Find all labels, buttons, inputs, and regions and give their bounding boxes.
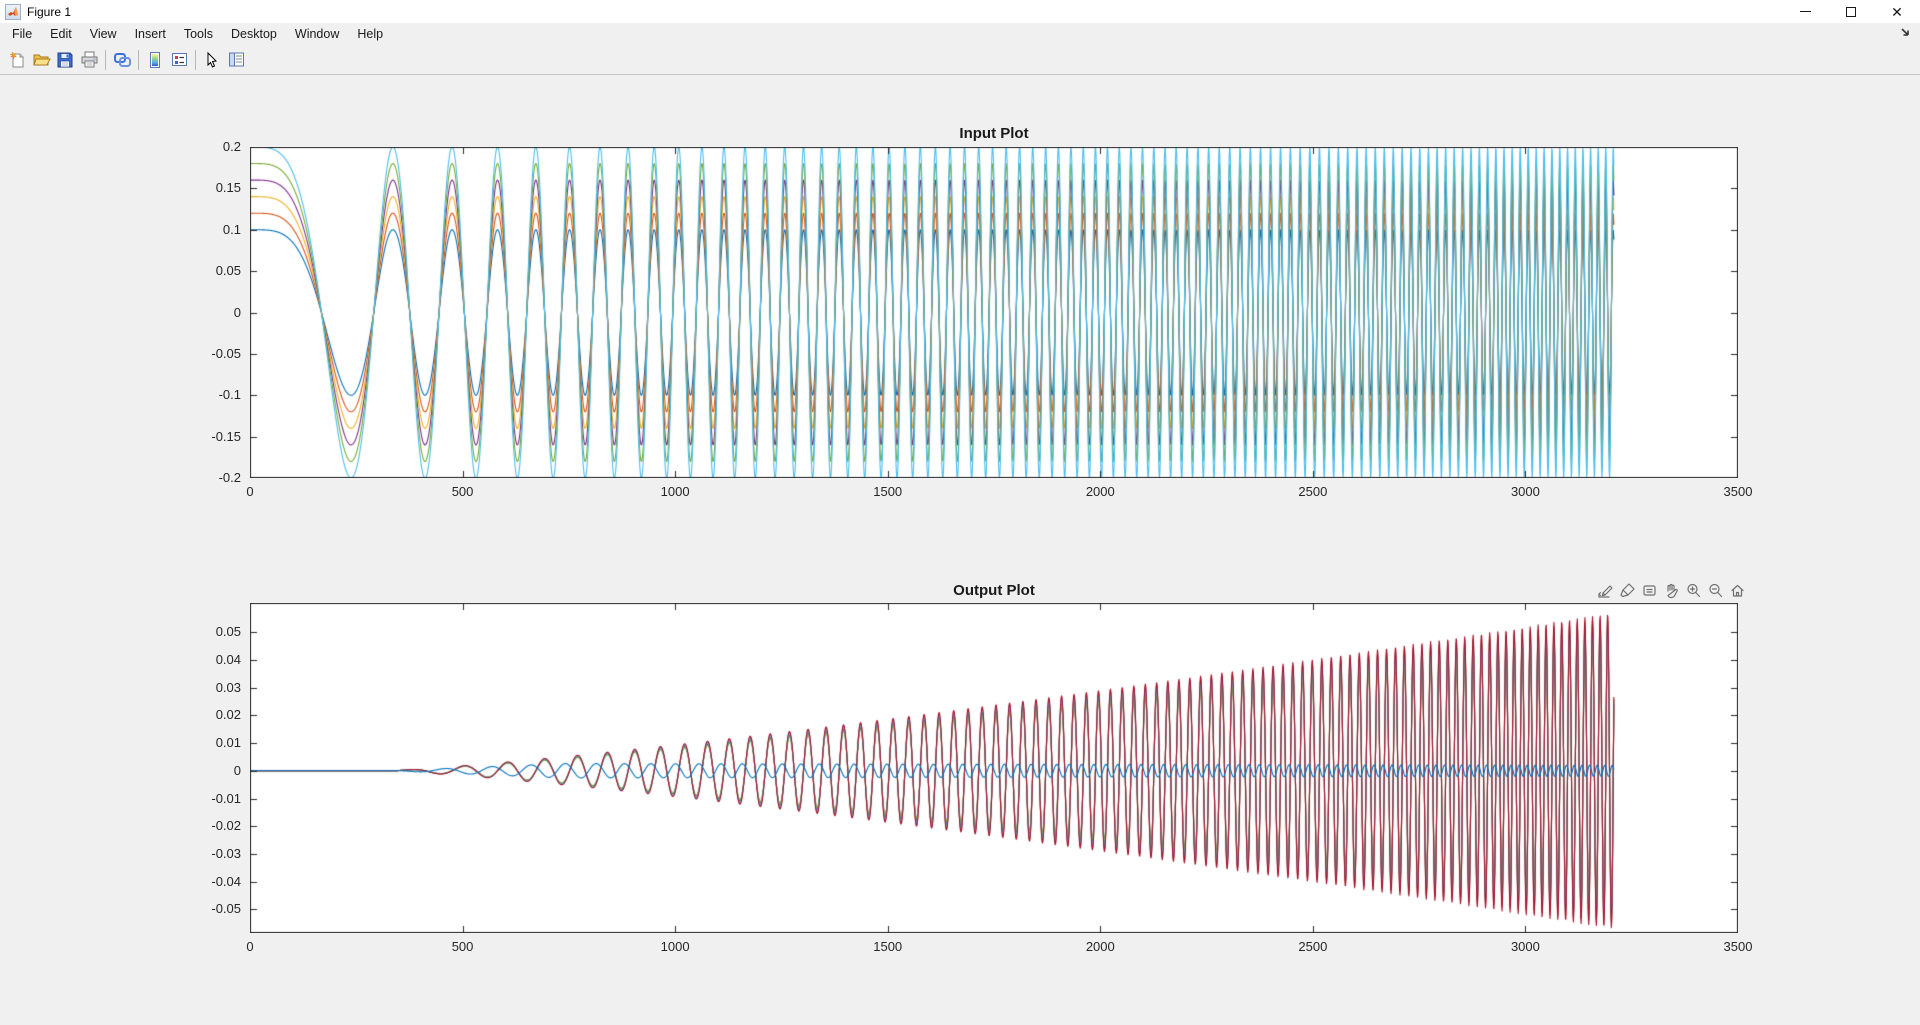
x-tick-label: 1000 (635, 939, 715, 955)
y-tick-label: -0.01 (171, 791, 241, 807)
menu-insert[interactable]: Insert (126, 24, 175, 44)
edit-plot-icon (203, 51, 221, 69)
y-tick-label: 0.01 (171, 735, 241, 751)
insert-colorbar-icon (146, 51, 164, 69)
x-tick-label: 1500 (848, 939, 928, 955)
maximize-icon (1846, 7, 1856, 17)
maximize-button[interactable] (1828, 0, 1874, 23)
y-tick-label: -0.05 (171, 346, 241, 362)
property-inspector-button[interactable] (224, 48, 248, 72)
x-tick-label: 3000 (1485, 484, 1565, 500)
menu-bar: File Edit View Insert Tools Desktop Wind… (0, 23, 1920, 45)
open-file-icon (32, 50, 51, 69)
menu-edit[interactable]: Edit (41, 24, 81, 44)
figure-toolbar (0, 45, 1920, 75)
zoom-in-button[interactable] (1684, 581, 1703, 600)
y-tick-label: 0.15 (171, 180, 241, 196)
toolbar-separator (195, 50, 196, 70)
toolbar-separator (138, 50, 139, 70)
y-tick-label: -0.05 (171, 901, 241, 917)
y-tick-label: 0.1 (171, 222, 241, 238)
y-tick-label: -0.02 (171, 818, 241, 834)
new-figure-button[interactable] (5, 48, 29, 72)
y-tick-label: 0 (171, 763, 241, 779)
window-controls: ✕ (1782, 0, 1920, 23)
edit-plot-button[interactable] (200, 48, 224, 72)
insert-legend-icon (170, 50, 189, 69)
menu-file[interactable]: File (3, 24, 41, 44)
window-title: Figure 1 (27, 5, 71, 19)
save-figure-icon (56, 51, 74, 69)
property-inspector-icon (227, 50, 246, 69)
figure-canvas-area: Input Plot Output Plot 0 500 1000 1500 2000 2… (0, 76, 1920, 1025)
menu-tools[interactable]: Tools (175, 24, 222, 44)
x-tick-label: 2500 (1273, 939, 1353, 955)
new-figure-icon (8, 51, 26, 69)
restore-view-button[interactable] (1728, 581, 1747, 600)
x-tick-label: 3500 (1698, 484, 1778, 500)
x-tick-label: 3500 (1698, 939, 1778, 955)
output-plot-title: Output Plot (250, 582, 1738, 599)
x-tick-label: 2000 (1060, 939, 1140, 955)
link-plot-button[interactable] (110, 48, 134, 72)
y-tick-label: 0.05 (171, 624, 241, 640)
export-button[interactable] (1596, 581, 1615, 600)
dock-figure-icon[interactable] (1899, 26, 1913, 40)
title-bar: Figure 1 ✕ (0, 0, 1920, 23)
x-tick-label: 500 (423, 939, 503, 955)
y-tick-label: -0.2 (171, 470, 241, 486)
brush-icon (1619, 582, 1636, 599)
y-tick-label: 0.03 (171, 680, 241, 696)
y-tick-label: 0.04 (171, 652, 241, 668)
y-tick-label: -0.1 (171, 387, 241, 403)
zoom-out-button[interactable] (1706, 581, 1725, 600)
minimize-button[interactable] (1782, 0, 1828, 23)
zoom-out-icon (1707, 582, 1724, 599)
output-plot-axes[interactable] (250, 603, 1738, 933)
y-tick-label: -0.04 (171, 874, 241, 890)
insert-legend-button[interactable] (167, 48, 191, 72)
brush-button[interactable] (1618, 581, 1637, 600)
input-plot-title: Input Plot (250, 125, 1738, 142)
save-figure-button[interactable] (53, 48, 77, 72)
x-tick-label: 2000 (1060, 484, 1140, 500)
input-plot-axes[interactable] (250, 147, 1738, 478)
datatips-icon (1641, 582, 1658, 599)
x-tick-label: 1500 (848, 484, 928, 500)
menu-help[interactable]: Help (348, 24, 392, 44)
zoom-in-icon (1685, 582, 1702, 599)
axes-toolbar (1596, 579, 1747, 601)
x-tick-label: 3000 (1485, 939, 1565, 955)
link-plot-icon (112, 50, 132, 70)
y-tick-label: -0.15 (171, 429, 241, 445)
x-tick-label: 2500 (1273, 484, 1353, 500)
print-figure-icon (80, 50, 99, 69)
menu-window[interactable]: Window (286, 24, 348, 44)
datatips-button[interactable] (1640, 581, 1659, 600)
export-icon (1597, 582, 1614, 599)
toolbar-separator (105, 50, 106, 70)
x-tick-label: 0 (210, 484, 290, 500)
restore-view-icon (1729, 582, 1746, 599)
minimize-icon (1800, 11, 1811, 12)
pan-button[interactable] (1662, 581, 1681, 600)
menu-desktop[interactable]: Desktop (222, 24, 286, 44)
close-button[interactable]: ✕ (1874, 0, 1920, 23)
open-file-button[interactable] (29, 48, 53, 72)
x-tick-label: 500 (423, 484, 503, 500)
y-tick-label: -0.03 (171, 846, 241, 862)
y-tick-label: 0 (171, 305, 241, 321)
insert-colorbar-button[interactable] (143, 48, 167, 72)
x-tick-label: 0 (210, 939, 290, 955)
x-tick-label: 1000 (635, 484, 715, 500)
matlab-logo-icon (5, 4, 21, 20)
close-icon: ✕ (1891, 5, 1903, 19)
menu-view[interactable]: View (81, 24, 126, 44)
y-tick-label: 0.2 (171, 139, 241, 155)
y-tick-label: 0.02 (171, 707, 241, 723)
print-figure-button[interactable] (77, 48, 101, 72)
pan-icon (1663, 582, 1680, 599)
y-tick-label: 0.05 (171, 263, 241, 279)
matlab-figure-window: { "window": { "title": "Figure 1", "cont… (0, 0, 1920, 1025)
